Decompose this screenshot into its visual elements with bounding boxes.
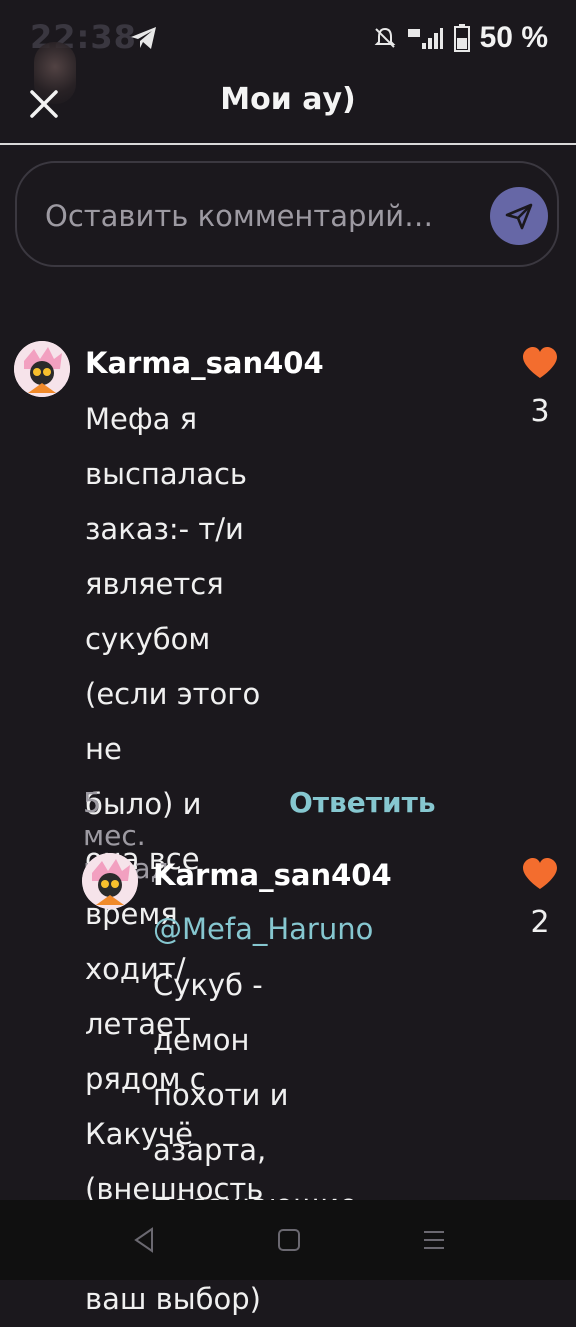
battery-icon bbox=[453, 24, 470, 52]
reply-button[interactable]: Ответить bbox=[289, 786, 436, 819]
like-count: 3 bbox=[530, 394, 550, 429]
avatar-image bbox=[82, 853, 138, 909]
send-icon bbox=[505, 203, 533, 230]
system-nav-bar bbox=[0, 1200, 576, 1280]
mention-link[interactable]: @Mefa_Haruno bbox=[153, 912, 373, 946]
avatar-image bbox=[14, 341, 70, 397]
home-square-icon[interactable] bbox=[275, 1226, 303, 1254]
status-icons: 50 % bbox=[372, 18, 548, 58]
send-button[interactable] bbox=[490, 187, 548, 245]
comment-input[interactable]: Оставить комментарий… bbox=[15, 161, 559, 267]
heart-icon[interactable] bbox=[522, 347, 558, 379]
telegram-icon bbox=[131, 27, 156, 49]
page-title: Мои ау) bbox=[220, 82, 356, 117]
menu-lines-icon[interactable] bbox=[420, 1226, 448, 1254]
like-count: 2 bbox=[530, 905, 550, 940]
comment-text: Сукуб - демон похоти и азарта, посещающи… bbox=[153, 968, 357, 1200]
signal-icon bbox=[407, 28, 443, 49]
header-divider bbox=[0, 143, 576, 145]
battery-percent: 50 % bbox=[479, 21, 548, 54]
comment-input-placeholder: Оставить комментарий… bbox=[45, 199, 434, 233]
avatar[interactable] bbox=[82, 853, 138, 909]
back-triangle-icon[interactable] bbox=[130, 1226, 158, 1254]
comment-username[interactable]: Karma_san404 bbox=[153, 858, 392, 892]
header: Мои ау) bbox=[0, 42, 576, 144]
heart-icon[interactable] bbox=[522, 858, 558, 890]
mute-bell-icon bbox=[374, 27, 396, 48]
comment-username[interactable]: Karma_san404 bbox=[85, 346, 324, 380]
avatar[interactable] bbox=[14, 341, 70, 397]
